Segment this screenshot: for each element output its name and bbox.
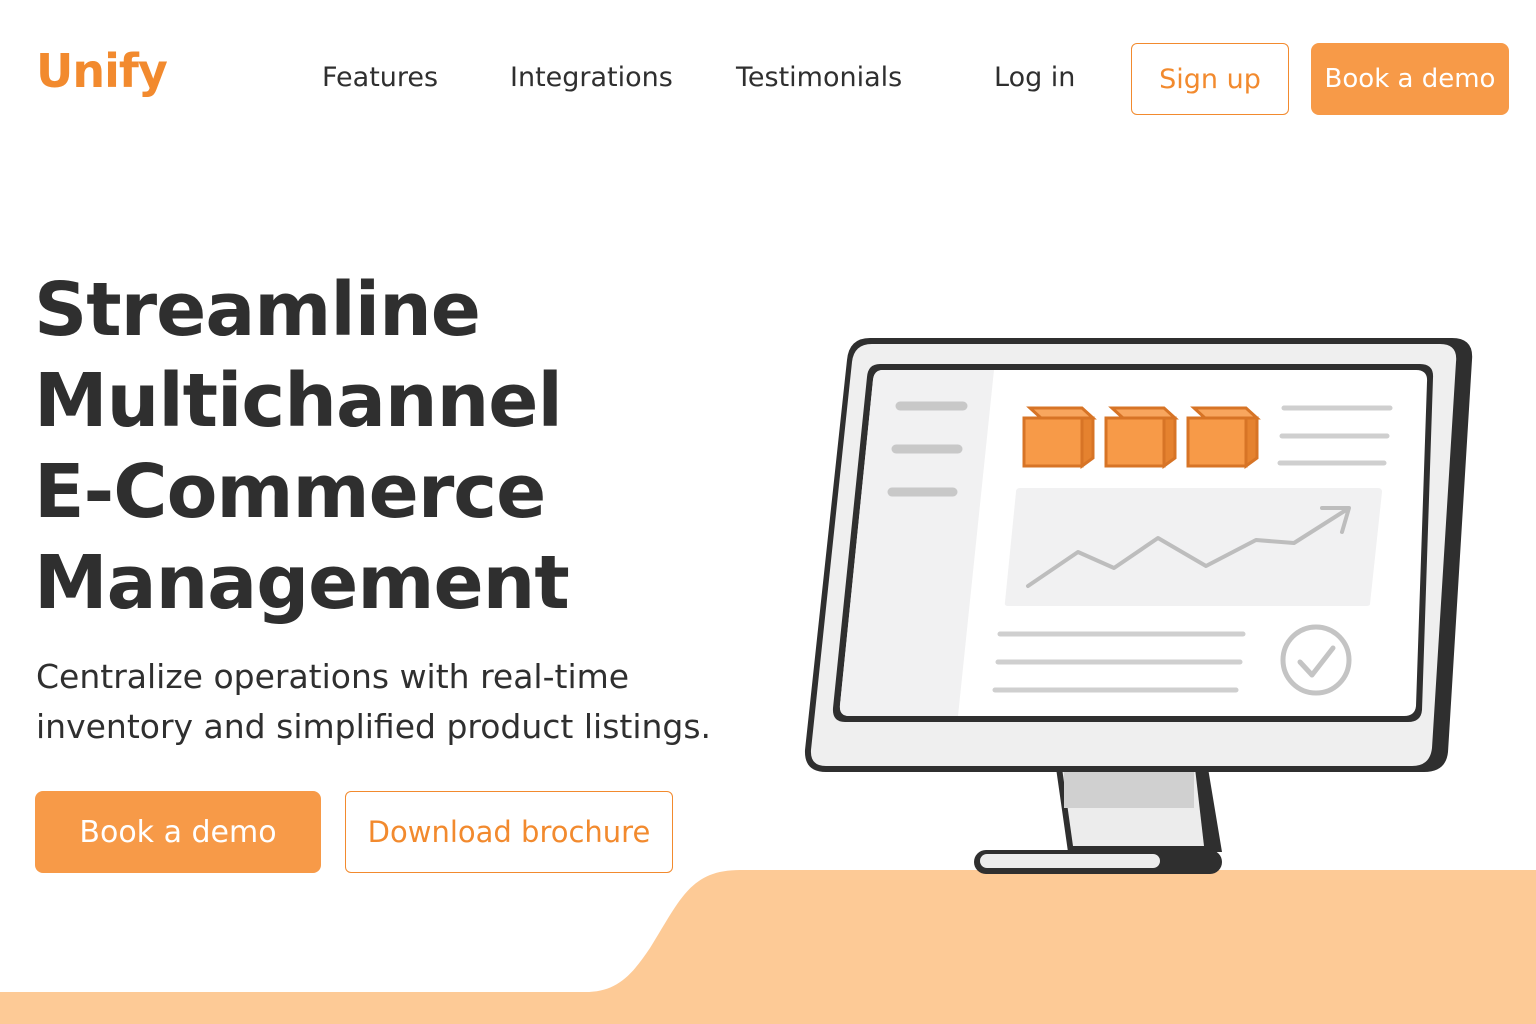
nav-link-features[interactable]: Features [322,64,438,91]
hero-title-line: Multichannel [34,358,563,444]
monitor-screen [832,364,1434,722]
hero-title-line: Streamline [34,267,481,353]
nav-link-testimonials[interactable]: Testimonials [736,64,902,91]
wave-shape [0,870,1536,1024]
monitor-stand [974,768,1222,874]
hero-title: Streamline Multichannel E-Commerce Manag… [34,265,570,629]
chart-panel [1004,488,1382,606]
hero-subtitle-line: inventory and simplified product listing… [36,707,712,746]
header-book-demo-button[interactable]: Book a demo [1311,43,1509,115]
landing-page: Unify Features Integrations Testimonials… [0,0,1536,1024]
box-icon [1104,406,1179,469]
logo[interactable]: Unify [36,48,168,94]
box-icon [1186,406,1261,469]
login-link[interactable]: Log in [994,64,1075,91]
signup-button[interactable]: Sign up [1131,43,1289,115]
box-icon [1022,406,1097,469]
monitor-illustration [804,338,1473,874]
hero-title-line: Management [34,540,570,626]
nav-link-integrations[interactable]: Integrations [510,64,673,91]
hero-subtitle: Centralize operations with real-time inv… [36,652,711,752]
hero-subtitle-line: Centralize operations with real-time [36,657,630,696]
hero-title-line: E-Commerce [34,449,546,535]
